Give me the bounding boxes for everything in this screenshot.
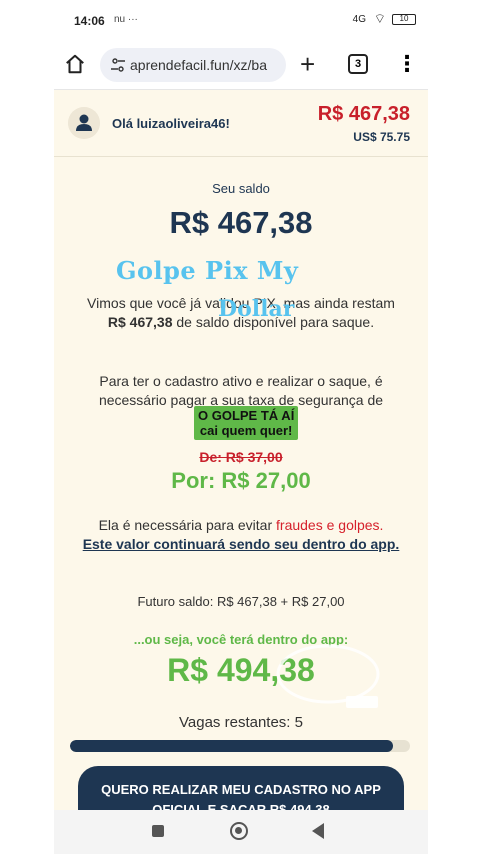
status-bar: 14:06 nu ··· 4G ⌔ 10 xyxy=(54,0,428,40)
home-icon[interactable] xyxy=(64,53,86,75)
user-avatar-icon xyxy=(68,107,100,139)
battery-icon: 10 xyxy=(392,14,416,25)
site-settings-icon[interactable] xyxy=(110,57,126,73)
fee-message: Para ter o cadastro ativo e realizar o s… xyxy=(98,373,384,408)
fraud-notice-highlight: fraudes e golpes. xyxy=(276,517,384,533)
header-balance-usd: US$ 75.75 xyxy=(353,130,410,144)
home-nav-icon[interactable] xyxy=(230,822,248,840)
watermark-logo xyxy=(276,644,380,708)
android-nav-bar xyxy=(54,810,428,854)
overlay-sticker: O GOLPE TÁ AÍ cai quem quer! xyxy=(194,406,299,440)
url-text: aprendefacil.fun/xz/ba xyxy=(130,57,267,73)
overlay-title: Golpe Pix My xyxy=(116,256,299,285)
status-time: 14:06 xyxy=(74,14,105,28)
tab-switcher-icon[interactable]: 3 xyxy=(348,54,368,74)
sticker-line2: cai quem quer! xyxy=(199,423,293,438)
balance-label: Seu saldo xyxy=(212,181,270,196)
overlay-title-line2: Dollar xyxy=(218,296,295,322)
pix-message-value: R$ 467,38 xyxy=(107,314,173,330)
user-header: Olá luizaoliveira46! R$ 467,38 US$ 75.75 xyxy=(54,91,428,157)
greeting-text: Olá luizaoliveira46! xyxy=(112,116,230,131)
status-notifications: nu ··· xyxy=(114,14,138,25)
more-menu-icon[interactable]: ⋮ xyxy=(396,52,418,76)
new-tab-icon[interactable]: + xyxy=(300,51,315,77)
signal-icon: 4G xyxy=(352,14,366,25)
sticker-line1: O GOLPE TÁ AÍ xyxy=(198,408,295,423)
slots-progress-bar xyxy=(70,740,410,752)
remaining-slots: Vagas restantes: 5 xyxy=(179,714,303,731)
old-price: De: R$ 37,00 xyxy=(199,449,283,465)
browser-toolbar: aprendefacil.fun/xz/ba + 3 ⋮ xyxy=(54,40,428,90)
recents-icon[interactable] xyxy=(152,825,164,837)
wifi-icon: ⌔ xyxy=(373,11,386,26)
new-price: Por: R$ 27,00 xyxy=(171,468,311,493)
future-balance: Futuro saldo: R$ 467,38 + R$ 27,00 xyxy=(137,594,345,609)
phone-screen: 14:06 nu ··· 4G ⌔ 10 aprendefacil.fun/xz… xyxy=(54,0,428,854)
right-margin xyxy=(428,0,480,854)
balance-value: R$ 467,38 xyxy=(169,205,313,240)
slots-progress-fill xyxy=(70,740,393,752)
header-balance-brl: R$ 467,38 xyxy=(317,103,410,125)
fraud-notice: Ela é necessária para evitar fraudes e g… xyxy=(54,516,428,554)
back-icon[interactable] xyxy=(312,823,324,839)
address-bar[interactable]: aprendefacil.fun/xz/ba xyxy=(100,48,286,82)
left-margin xyxy=(0,0,54,854)
fraud-notice-start: Ela é necessária para evitar xyxy=(98,517,277,533)
fraud-notice-underline: Este valor continuará sendo seu dentro d… xyxy=(82,536,400,552)
